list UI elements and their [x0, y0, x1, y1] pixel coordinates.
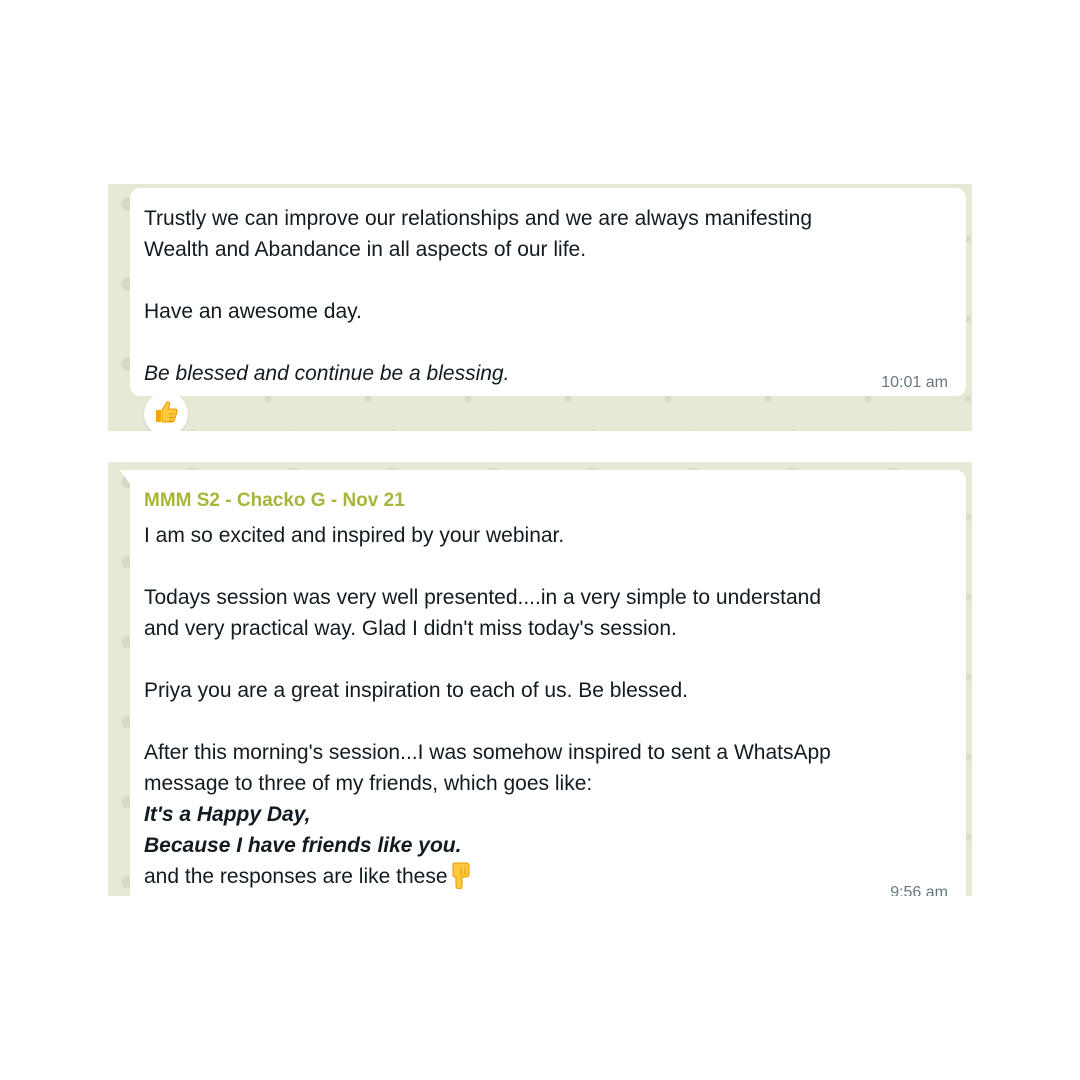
bubble-tail — [120, 470, 130, 484]
message-1-timestamp: 10:01 am — [881, 374, 948, 391]
message-2-last-line: and the responses are like these — [144, 865, 448, 888]
message-1-body: Trustly we can improve our relationships… — [144, 188, 952, 389]
message-2-bold-line-2: Because I have friends like you. — [144, 834, 462, 857]
message-2-bold-line-1: It's a Happy Day, — [144, 803, 311, 826]
message-2-para-2-line-2: and very practical way. Glad I didn't mi… — [144, 617, 677, 640]
message-bubble-1[interactable]: Trustly we can improve our relationships… — [130, 188, 966, 396]
chat-panel-1: Trustly we can improve our relationships… — [108, 184, 972, 431]
message-2-para-1: I am so excited and inspired by your web… — [144, 524, 565, 547]
message-2-timestamp: 9:56 am — [890, 884, 948, 896]
message-2-para-4-line-2: message to three of my friends, which go… — [144, 772, 593, 795]
sender-name[interactable]: MMM S2 - Chacko G - Nov 21 — [144, 470, 952, 514]
message-2-para-4-line-1: After this morning's session...I was som… — [144, 741, 831, 764]
chat-panel-2: MMM S2 - Chacko G - Nov 21 I am so excit… — [108, 462, 972, 896]
message-1-para-3: Be blessed and continue be a blessing. — [144, 362, 510, 385]
message-2-para-3: Priya you are a great inspiration to eac… — [144, 679, 688, 702]
message-bubble-2[interactable]: MMM S2 - Chacko G - Nov 21 I am so excit… — [120, 470, 966, 896]
reaction-badge[interactable] — [144, 392, 188, 431]
message-2-body: I am so excited and inspired by your web… — [144, 520, 952, 896]
message-1-para-2: Have an awesome day. — [144, 300, 362, 323]
message-2-para-2-line-1: Todays session was very well presented..… — [144, 586, 821, 609]
message-1-line-1: Trustly we can improve our relationships… — [144, 207, 813, 230]
pointing-down-icon — [450, 861, 474, 896]
message-1-line-2: Wealth and Abandance in all aspects of o… — [144, 238, 587, 261]
thumbs-up-icon — [153, 399, 179, 430]
